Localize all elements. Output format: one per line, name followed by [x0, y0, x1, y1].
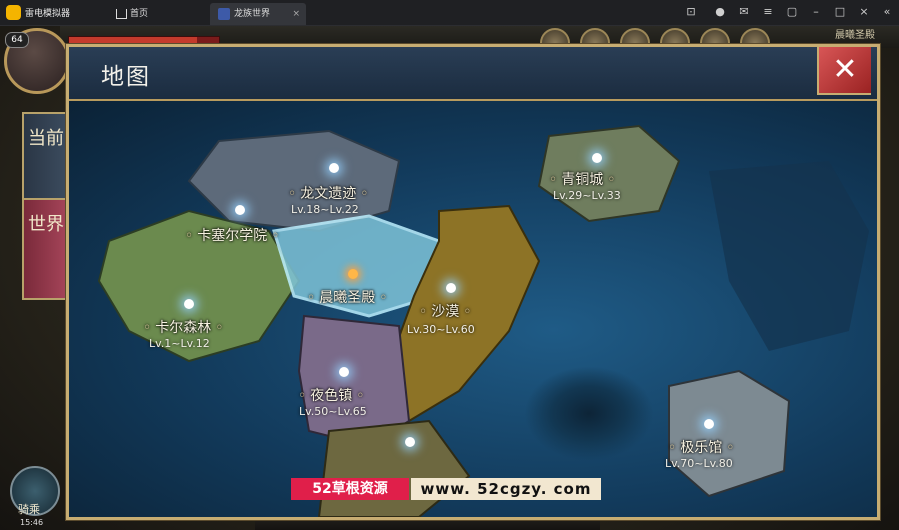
- whirlpool: [524, 366, 654, 461]
- region-level-bronze-city: Lv.29~Lv.33: [553, 189, 621, 202]
- region-label-night-town[interactable]: 夜色镇: [294, 385, 369, 405]
- region-marker-bronze-city[interactable]: [592, 153, 602, 163]
- emulator-logo-icon: [6, 5, 21, 20]
- close-button[interactable]: ✕: [817, 47, 871, 95]
- minimize-icon[interactable]: –: [809, 5, 823, 19]
- region-marker-kassel-academy[interactable]: [235, 205, 245, 215]
- region-label-dragon-ruins[interactable]: 龙文遗迹: [284, 183, 373, 203]
- region-marker-desert[interactable]: [446, 283, 456, 293]
- region-label-karl-forest[interactable]: 卡尔森林: [139, 317, 228, 337]
- watermark-left-text: 52草根资源: [291, 478, 409, 500]
- user-icon[interactable]: ●: [713, 5, 727, 19]
- region-label-kassel-academy[interactable]: 卡塞尔学院: [181, 225, 284, 245]
- tab-game[interactable]: 龙族世界 ×: [210, 3, 306, 25]
- tab-home[interactable]: 首页: [110, 3, 205, 25]
- maximize-icon[interactable]: □: [833, 5, 847, 19]
- region-level-karl-forest: Lv.1~Lv.12: [149, 337, 210, 350]
- region-marker-dawn-temple[interactable]: [348, 269, 358, 279]
- gamepad-icon[interactable]: ⊡: [684, 5, 698, 19]
- region-marker-karl-forest[interactable]: [184, 299, 194, 309]
- region-level-night-town: Lv.50~Lv.65: [299, 405, 367, 418]
- player-level: 64: [5, 32, 29, 48]
- emulator-app-name: 雷电模拟器: [25, 9, 71, 19]
- home-icon: [116, 9, 127, 19]
- sidebar-toggle-icon[interactable]: «: [880, 5, 894, 19]
- region-label-bronze-city[interactable]: 青铜城: [545, 169, 620, 189]
- game-tab-icon: [218, 8, 230, 20]
- region-level-desert: Lv.30~Lv.60: [407, 323, 475, 336]
- clock: 15:46: [20, 518, 44, 527]
- map-sea: 龙文遗迹 Lv.18~Lv.22 青铜城 Lv.29~Lv.33 卡塞尔学院 晨…: [69, 101, 877, 517]
- region-level-dragon-ruins: Lv.18~Lv.22: [291, 203, 359, 216]
- game-viewport: 64 晨曦圣殿 当前 世界 骑乘 15:46 世界 地图 ✕: [0, 26, 899, 530]
- emulator-titlebar: 雷电模拟器 首页 龙族世界 × ⊡ ● ✉ ≡ ▢ – □ × «: [0, 0, 899, 26]
- region-marker-south[interactable]: [405, 437, 415, 447]
- message-icon[interactable]: ✉: [737, 5, 751, 19]
- menu-icon[interactable]: ≡: [761, 5, 775, 19]
- current-zone-label: 晨曦圣殿: [835, 30, 875, 41]
- map-panel-header: 地图 ✕: [69, 47, 877, 101]
- world-map-panel: 地图 ✕ 龙文遗迹 Lv.18~Lv.22 青铜城 Lv.29~Lv.: [66, 44, 880, 520]
- region-marker-dragon-ruins[interactable]: [329, 163, 339, 173]
- region-label-desert[interactable]: 沙漠: [415, 301, 476, 321]
- fullscreen-icon[interactable]: ▢: [785, 5, 799, 19]
- tab-close-icon[interactable]: ×: [292, 3, 300, 25]
- map-panel-title: 地图: [101, 64, 151, 90]
- region-level-bliss-hall: Lv.70~Lv.80: [665, 457, 733, 470]
- region-label-dawn-temple[interactable]: 晨曦圣殿: [303, 287, 392, 307]
- mount-label: 骑乘: [18, 503, 40, 516]
- tab-current-map[interactable]: 当前: [22, 112, 70, 204]
- window-close-icon[interactable]: ×: [857, 5, 871, 19]
- region-marker-bliss-hall[interactable]: [704, 419, 714, 429]
- tab-home-label: 首页: [130, 9, 149, 19]
- region-marker-night-town[interactable]: [339, 367, 349, 377]
- close-x-icon: ✕: [832, 52, 858, 87]
- watermark-url: www. 52cgzy. com: [411, 478, 601, 500]
- tab-world-map[interactable]: 世界: [22, 198, 70, 300]
- tab-game-label: 龙族世界: [234, 9, 271, 19]
- region-label-bliss-hall[interactable]: 极乐馆: [664, 437, 739, 457]
- watermark-banner: 52草根资源 www. 52cgzy. com: [291, 478, 601, 500]
